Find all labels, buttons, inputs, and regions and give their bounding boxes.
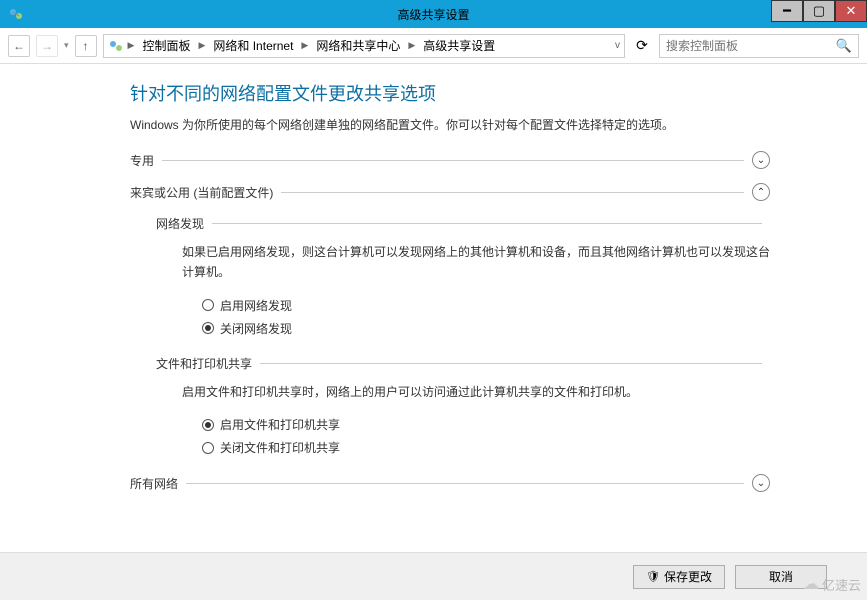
subsection-file-printer: 文件和打印机共享 启用文件和打印机共享时，网络上的用户可以访问通过此计算机共享的… — [156, 355, 770, 456]
search-box[interactable]: 🔍 — [659, 34, 859, 58]
back-button[interactable]: ← — [8, 35, 30, 57]
file-printer-label: 文件和打印机共享 — [156, 355, 252, 372]
save-button-label: 保存更改 — [664, 568, 712, 585]
watermark-text: 亿速云 — [822, 575, 861, 594]
breadcrumb-dropdown-icon[interactable]: v — [615, 40, 620, 51]
chevron-down-icon[interactable]: ⌄ — [752, 474, 770, 492]
crumb-sep-icon: ▶ — [299, 40, 310, 51]
radio-checked-icon — [202, 419, 214, 431]
section-guest[interactable]: 来宾或公用 (当前配置文件) ⌃ — [130, 183, 770, 201]
divider — [162, 160, 744, 161]
section-private-label: 专用 — [130, 152, 154, 169]
radio-label: 启用网络发现 — [220, 297, 292, 314]
cancel-button-label: 取消 — [769, 568, 793, 585]
radio-label: 关闭文件和打印机共享 — [220, 439, 340, 456]
network-discovery-desc: 如果已启用网络发现，则这台计算机可以发现网络上的其他计算机和设备，而且其他网络计… — [182, 242, 770, 283]
page-heading: 针对不同的网络配置文件更改共享选项 — [130, 80, 770, 106]
divider — [281, 192, 744, 193]
section-private[interactable]: 专用 ⌄ — [130, 151, 770, 169]
app-icon — [8, 6, 24, 22]
window-controls: ━ ▢ ✕ — [771, 0, 867, 22]
search-icon[interactable]: 🔍 — [836, 38, 852, 54]
crumb-sep-icon: ▶ — [406, 40, 417, 51]
radio-icon — [202, 299, 214, 311]
radio-fp-off[interactable]: 关闭文件和打印机共享 — [202, 439, 770, 456]
subsection-network-discovery: 网络发现 如果已启用网络发现，则这台计算机可以发现网络上的其他计算机和设备，而且… — [156, 215, 770, 337]
search-input[interactable] — [666, 39, 836, 53]
radio-icon — [202, 442, 214, 454]
up-button[interactable]: ↑ — [75, 35, 97, 57]
radio-nd-off[interactable]: 关闭网络发现 — [202, 320, 770, 337]
maximize-button[interactable]: ▢ — [803, 0, 835, 22]
cloud-icon: ☁ — [803, 574, 819, 594]
location-icon — [108, 38, 124, 54]
chevron-up-icon[interactable]: ⌃ — [752, 183, 770, 201]
radio-checked-icon — [202, 322, 214, 334]
bottom-bar: 🛡 保存更改 取消 — [0, 552, 867, 600]
breadcrumb[interactable]: ▶ 控制面板 ▶ 网络和 Internet ▶ 网络和共享中心 ▶ 高级共享设置… — [103, 34, 625, 58]
radio-label: 关闭网络发现 — [220, 320, 292, 337]
save-button[interactable]: 🛡 保存更改 — [633, 565, 725, 589]
crumb-sep-icon: ▶ — [196, 40, 207, 51]
minimize-button[interactable]: ━ — [771, 0, 803, 22]
crumb-advanced-sharing[interactable]: 高级共享设置 — [419, 35, 499, 56]
radio-nd-on[interactable]: 启用网络发现 — [202, 297, 770, 314]
navbar: ← → ▾ ↑ ▶ 控制面板 ▶ 网络和 Internet ▶ 网络和共享中心 … — [0, 28, 867, 64]
network-discovery-options: 启用网络发现 关闭网络发现 — [202, 297, 770, 337]
radio-fp-on[interactable]: 启用文件和打印机共享 — [202, 416, 770, 433]
file-printer-desc: 启用文件和打印机共享时，网络上的用户可以访问通过此计算机共享的文件和打印机。 — [182, 382, 770, 402]
network-discovery-label: 网络发现 — [156, 215, 204, 232]
crumb-network-sharing[interactable]: 网络和共享中心 — [312, 35, 404, 56]
section-all-label: 所有网络 — [130, 475, 178, 492]
content-area: 针对不同的网络配置文件更改共享选项 Windows 为你所使用的每个网络创建单独… — [0, 64, 867, 552]
titlebar: 高级共享设置 ━ ▢ ✕ — [0, 0, 867, 28]
close-button[interactable]: ✕ — [835, 0, 867, 22]
history-dropdown-icon[interactable]: ▾ — [64, 40, 69, 51]
section-guest-label: 来宾或公用 (当前配置文件) — [130, 184, 273, 201]
watermark: ☁ 亿速云 — [803, 574, 861, 594]
page-subheading: Windows 为你所使用的每个网络创建单独的网络配置文件。你可以针对每个配置文… — [130, 116, 770, 133]
divider — [260, 363, 762, 364]
divider — [186, 483, 744, 484]
file-printer-options: 启用文件和打印机共享 关闭文件和打印机共享 — [202, 416, 770, 456]
crumb-control-panel[interactable]: 控制面板 — [138, 35, 194, 56]
refresh-button[interactable]: ⟳ — [631, 35, 653, 57]
window-title: 高级共享设置 — [397, 6, 469, 23]
forward-button[interactable]: → — [36, 35, 58, 57]
crumb-sep-icon: ▶ — [126, 40, 137, 51]
shield-icon: 🛡 — [646, 570, 660, 583]
section-all-networks[interactable]: 所有网络 ⌄ — [130, 474, 770, 492]
crumb-network-internet[interactable]: 网络和 Internet — [209, 35, 297, 56]
radio-label: 启用文件和打印机共享 — [220, 416, 340, 433]
divider — [212, 223, 762, 224]
chevron-down-icon[interactable]: ⌄ — [752, 151, 770, 169]
